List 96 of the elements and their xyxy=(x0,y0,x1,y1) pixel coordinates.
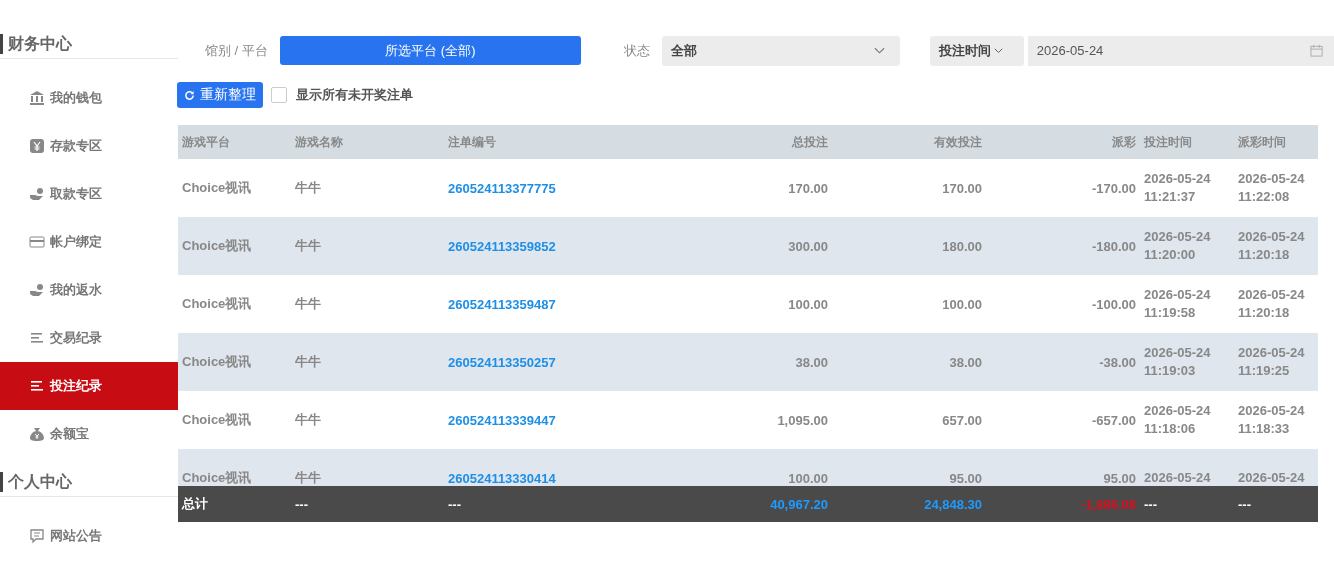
sidebar-item[interactable]: 取款专区 xyxy=(0,170,178,218)
total-cell-text: 24,848.30 xyxy=(923,496,983,512)
amount-cell-text: 95.00 xyxy=(948,470,983,486)
sidebar-item[interactable]: 投注纪录 xyxy=(0,362,178,410)
amount-cell-text: 100.00 xyxy=(787,470,829,486)
amount-cell-text: 1,095.00 xyxy=(776,412,829,428)
sidebar-item[interactable]: 交易纪录 xyxy=(0,314,178,362)
order-number-link[interactable]: 260524113339447 xyxy=(444,412,684,428)
amount-cell-text: 100.00 xyxy=(941,296,983,312)
payout-time-cell-text: 2026-05-24 11:22:08 xyxy=(1237,170,1306,206)
sidebar-item[interactable]: 我的钱包 xyxy=(0,74,178,122)
game-cell-text: 牛牛 xyxy=(294,353,322,371)
amount-cell-text: 657.00 xyxy=(941,412,983,428)
column-header: 总投注 xyxy=(790,133,829,151)
time-type-dropdown[interactable]: 投注时间 xyxy=(929,35,1024,66)
hand-coin-icon xyxy=(29,282,45,298)
platform-cell-text: Choice视讯 xyxy=(181,469,253,486)
status-label: 状态 xyxy=(622,41,651,60)
order-number-link[interactable]: 260524113330414 xyxy=(444,470,684,486)
platform-cell-text: Choice视讯 xyxy=(181,179,253,197)
column-header: 派彩时间 xyxy=(1237,133,1287,151)
game-cell-text: 牛牛 xyxy=(294,179,322,197)
game-cell-text: 牛牛 xyxy=(294,411,322,429)
status-dropdown[interactable]: 全部 xyxy=(661,35,900,66)
order-number-link[interactable]: 260524113350257 xyxy=(444,354,684,370)
game-cell-text: 牛牛 xyxy=(294,469,322,486)
amount-cell-text: 95.00 xyxy=(1102,470,1137,486)
amount-cell-text: -170.00 xyxy=(1090,180,1137,196)
total-cell-text: --- xyxy=(294,496,309,512)
platform-label: 馆别 / 平台 xyxy=(204,41,269,60)
sidebar-item[interactable]: 余额宝 xyxy=(0,410,178,458)
amount-cell-text: 170.00 xyxy=(941,180,983,196)
amount-cell-text: -180.00 xyxy=(1090,238,1137,254)
platform-cell-text: Choice视讯 xyxy=(181,295,253,313)
date-field[interactable]: 2026-05-24 xyxy=(1027,35,1334,66)
order-number-link[interactable]: 260524113359852 xyxy=(444,238,684,254)
refresh-icon xyxy=(184,89,195,101)
amount-cell-text: 38.00 xyxy=(794,354,829,370)
bet-time-cell-text: 2026-05-24 11:21:37 xyxy=(1143,170,1212,206)
amount-cell-text: -38.00 xyxy=(1098,354,1137,370)
column-header: 有效投注 xyxy=(933,133,983,151)
sidebar-item[interactable]: 存款专区 xyxy=(0,122,178,170)
checkbox-label: 显示所有未开奖注单 xyxy=(296,86,413,104)
game-cell-text: 牛牛 xyxy=(294,237,322,255)
total-cell-text: 40,967.20 xyxy=(769,496,829,512)
calendar-icon xyxy=(1310,44,1323,57)
amount-cell-text: 180.00 xyxy=(941,238,983,254)
money-bag-icon xyxy=(29,426,45,442)
sidebar-item[interactable]: 我的返水 xyxy=(0,266,178,314)
sidebar-item[interactable]: 帐户绑定 xyxy=(0,218,178,266)
amount-cell-text: -100.00 xyxy=(1090,296,1137,312)
list-icon xyxy=(29,330,45,346)
bet-time-cell-text: 2026-05-24 11:19:58 xyxy=(1143,286,1212,322)
chat-icon xyxy=(29,528,45,544)
bank-icon xyxy=(29,90,45,106)
game-cell-text: 牛牛 xyxy=(294,295,322,313)
platform-cell-text: Choice视讯 xyxy=(181,353,253,371)
total-cell-text: -1,886.08 xyxy=(1080,496,1137,512)
amount-cell-text: -657.00 xyxy=(1090,412,1137,428)
platform-cell-text: Choice视讯 xyxy=(181,237,253,255)
amount-cell-text: 100.00 xyxy=(787,296,829,312)
bet-time-cell-text: 2026-05-24 11:20:00 xyxy=(1143,228,1212,264)
amount-cell-text: 38.00 xyxy=(948,354,983,370)
total-cell-text: --- xyxy=(447,496,462,512)
platform-select-button[interactable]: 所选平台 (全部) xyxy=(279,36,581,65)
column-header: 游戏名称 xyxy=(294,133,344,151)
amount-cell-text: 300.00 xyxy=(787,238,829,254)
payout-time-cell-text: 2026-05-24 11:20:18 xyxy=(1237,228,1306,264)
total-cell-text: 总计 xyxy=(180,495,209,513)
chevron-down-icon xyxy=(993,47,1003,54)
yen-icon xyxy=(29,138,45,154)
amount-cell-text: 170.00 xyxy=(787,180,829,196)
card-icon xyxy=(29,234,45,250)
bet-time-cell-text: 2026-05-24 xyxy=(1143,469,1212,486)
payout-time-cell-text: 2026-05-24 11:18:33 xyxy=(1237,402,1306,438)
bet-time-cell-text: 2026-05-24 11:18:06 xyxy=(1143,402,1212,438)
column-header: 游戏平台 xyxy=(181,133,231,151)
chevron-down-icon xyxy=(873,46,885,55)
total-cell-text: --- xyxy=(1237,496,1252,512)
column-header: 派彩 xyxy=(1111,133,1137,151)
list-icon xyxy=(29,378,45,394)
order-number-link[interactable]: 260524113359487 xyxy=(444,296,684,312)
platform-cell-text: Choice视讯 xyxy=(181,411,253,429)
sidebar-item[interactable]: 网站公告 xyxy=(0,512,178,560)
checkbox[interactable] xyxy=(271,87,287,103)
column-header: 投注时间 xyxy=(1143,133,1193,151)
total-cell-text: --- xyxy=(1143,496,1158,512)
payout-time-cell-text: 2026-05-24 11:19:25 xyxy=(1237,344,1306,380)
bet-time-cell-text: 2026-05-24 11:19:03 xyxy=(1143,344,1212,380)
payout-time-cell-text: 2026-05-24 11:20:18 xyxy=(1237,286,1306,322)
refresh-button[interactable]: 重新整理 xyxy=(177,82,263,108)
payout-time-cell-text: 2026-05-24 xyxy=(1237,469,1306,486)
column-header: 注单编号 xyxy=(447,133,497,151)
section-title: 财务中心 xyxy=(0,34,178,54)
order-number-link[interactable]: 260524113377775 xyxy=(444,180,684,196)
hand-coin-icon xyxy=(29,186,45,202)
